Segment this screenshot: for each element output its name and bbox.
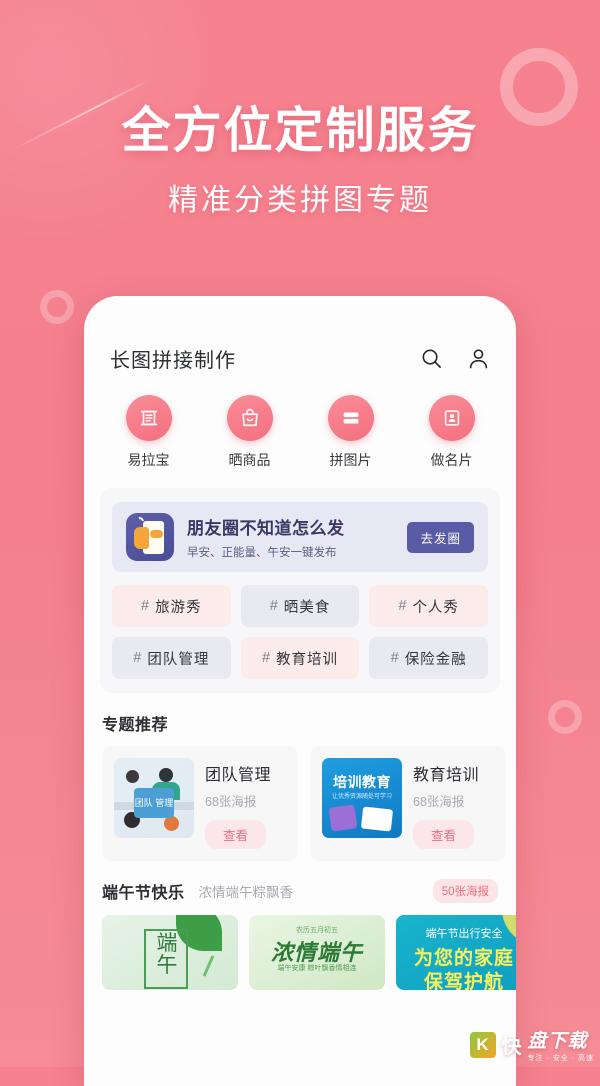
topic-card-jiaoyupeixun[interactable]: 培训教育 让优秀资源随处可学习 教育培训 68张海报 查看 <box>310 746 506 861</box>
festival-section-header: 端午节快乐 浓情端午粽飘香 50张海报 <box>84 861 516 903</box>
topic-thumbnail-team: 团队 管理 <box>114 758 194 838</box>
topic-card-tuanduiguanli[interactable]: 团队 管理 团队管理 68张海报 查看 <box>102 746 298 861</box>
festival-poster-3[interactable]: 端午节出行安全 为您的家庭 保驾护航 <box>396 915 516 990</box>
topic-name: 团队管理 <box>205 767 272 784</box>
tag-tuanduiguanli[interactable]: # 团队管理 <box>112 637 231 679</box>
app-bar-actions <box>420 347 490 370</box>
hero-text-block: 全方位定制服务 精准分类拼图专题 <box>0 104 600 219</box>
collage-bars-icon <box>327 395 374 441</box>
id-card-icon <box>428 395 475 441</box>
promo-banner[interactable]: 朋友圈不知道怎么发 早安、正能量、午安一键发布 去发圈 <box>112 502 488 572</box>
quick-action-yilabao[interactable]: 易拉宝 <box>106 395 192 470</box>
quick-action-label: 晒商品 <box>228 452 271 468</box>
topic-info: 团队管理 68张海报 查看 <box>205 758 271 849</box>
quick-action-label: 易拉宝 <box>127 452 170 468</box>
promo-subtitle: 早安、正能量、午安一键发布 <box>187 547 337 559</box>
topic-view-button[interactable]: 查看 <box>205 820 267 849</box>
quick-actions: 易拉宝 晒商品 拼图片 做名片 <box>84 373 516 474</box>
quick-action-label: 做名片 <box>430 452 473 468</box>
quick-action-zuomingpian[interactable]: 做名片 <box>409 395 495 470</box>
app-title: 长图拼接制作 <box>110 350 236 372</box>
topics-section-header: 专题推荐 <box>84 693 516 735</box>
person-icon[interactable] <box>467 347 490 370</box>
decorative-ring-left <box>40 290 74 324</box>
topic-thumbnail-education: 培训教育 让优秀资源随处可学习 <box>322 758 402 838</box>
watermark-tagline: 专注 · 安全 · 高速 <box>527 1055 594 1062</box>
poster-text: 端午 <box>156 932 178 978</box>
hash-icon: # <box>398 598 408 614</box>
watermark-logo-icon: K <box>469 1031 496 1058</box>
poster-line-2: 为您的家庭 <box>413 948 514 969</box>
hero-headline: 全方位定制服务 <box>121 104 479 158</box>
topic-card-row[interactable]: 团队 管理 团队管理 68张海报 查看 培训教育 让优秀资源随处可学习 教育培训… <box>84 735 516 861</box>
app-bar: 长图拼接制作 <box>84 296 516 373</box>
promo-action-button[interactable]: 去发圈 <box>407 521 474 553</box>
promo-text: 朋友圈不知道怎么发 早安、正能量、午安一键发布 <box>187 514 407 560</box>
tag-label: 团队管理 <box>147 651 210 668</box>
poster-line-3: 保驾护航 <box>423 972 504 990</box>
quick-action-pintupian[interactable]: 拼图片 <box>308 395 394 470</box>
hash-icon: # <box>261 650 272 666</box>
banner-stand-icon <box>125 395 172 441</box>
decorative-ring-right <box>548 700 582 734</box>
hash-icon: # <box>133 650 143 666</box>
search-icon[interactable] <box>420 347 443 370</box>
hand-holding-phone-icon <box>126 513 174 561</box>
festival-poster-count-badge: 50张海报 <box>432 879 498 903</box>
hash-icon: # <box>390 650 400 666</box>
tag-grid: # 旅游秀 # 晒美食 # 个人秀 # 团队管理 # 教育培训 # 保险金融 <box>112 585 488 679</box>
festival-poster-1[interactable]: 端午 <box>102 915 238 990</box>
festival-title: 端午节快乐 <box>102 885 185 902</box>
promo-and-tags-panel: 朋友圈不知道怎么发 早安、正能量、午安一键发布 去发圈 # 旅游秀 # 晒美食 … <box>100 488 500 693</box>
topic-view-button[interactable]: 查看 <box>413 820 475 849</box>
tag-shimeishi[interactable]: # 晒美食 <box>240 585 360 627</box>
thumb-title: 培训教育 <box>333 774 391 790</box>
tag-jiaoyupeixun[interactable]: # 教育培训 <box>240 637 360 679</box>
thumb-caption: 团队 管理 <box>134 797 174 808</box>
hero-subheadline: 精准分类拼图专题 <box>168 183 432 217</box>
hash-icon: # <box>141 598 151 614</box>
phone-mockup: 长图拼接制作 易拉宝 晒商品 拼图片 做名片 朋友圈不知道怎么发 早安、正能量、… <box>84 296 516 1086</box>
poster-top-note: 农历五月初五 <box>296 927 338 934</box>
tag-label: 晒美食 <box>283 599 331 616</box>
poster-line-1: 端午节出行安全 <box>425 928 503 940</box>
hash-icon: # <box>269 598 279 614</box>
watermark-name: 盘下载 <box>527 1031 588 1052</box>
quick-action-shishangpin[interactable]: 晒商品 <box>207 395 293 470</box>
topic-poster-count: 68张海报 <box>205 795 257 809</box>
festival-subtitle: 浓情端午粽飘香 <box>198 885 294 900</box>
tag-baoxianjinrong[interactable]: # 保险金融 <box>369 637 488 679</box>
poster-bottom-note: 端午安康 粽叶飘香情相连 <box>277 965 357 972</box>
quick-action-label: 拼图片 <box>329 452 372 468</box>
tag-label: 旅游秀 <box>155 599 202 616</box>
watermark-text: 盘下载 专注 · 安全 · 高速 <box>528 1026 594 1063</box>
tag-label: 个人秀 <box>412 599 459 616</box>
festival-poster-row[interactable]: 端午 农历五月初五 浓情端午 端午安康 粽叶飘香情相连 端午节出行安全 为您的家… <box>84 903 516 990</box>
watermark: K 快 盘下载 专注 · 安全 · 高速 <box>469 1026 594 1063</box>
topic-info: 教育培训 68张海报 查看 <box>413 758 479 849</box>
tag-gerenxiu[interactable]: # 个人秀 <box>369 585 488 627</box>
topic-poster-count: 68张海报 <box>413 795 465 809</box>
tag-label: 保险金融 <box>404 651 467 668</box>
thumb-subtitle: 让优秀资源随处可学习 <box>331 794 392 800</box>
tag-label: 教育培训 <box>276 651 339 668</box>
tag-lvyouxiu[interactable]: # 旅游秀 <box>112 585 231 627</box>
promo-title: 朋友圈不知道怎么发 <box>187 519 345 538</box>
topic-name: 教育培训 <box>413 767 480 784</box>
topics-section-title: 专题推荐 <box>102 717 169 734</box>
festival-poster-2[interactable]: 农历五月初五 浓情端午 端午安康 粽叶飘香情相连 <box>249 915 385 990</box>
shopping-bag-icon <box>226 395 273 441</box>
watermark-kuai: 快 <box>501 1036 522 1058</box>
